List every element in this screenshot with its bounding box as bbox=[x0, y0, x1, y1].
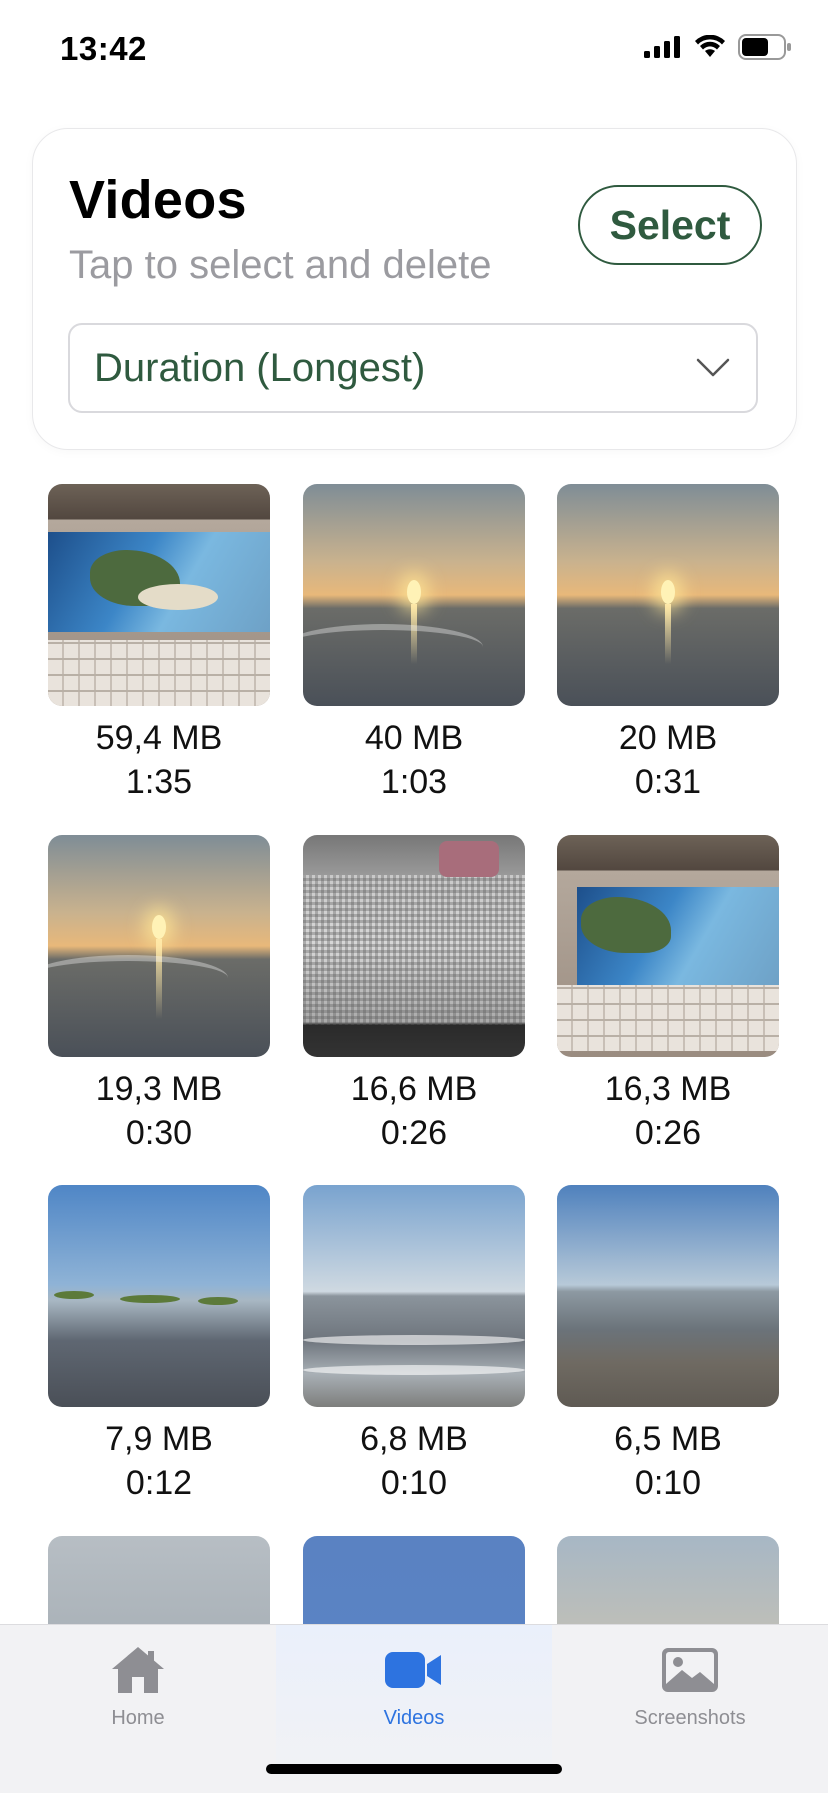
video-thumbnail[interactable] bbox=[557, 484, 779, 706]
video-tile[interactable] bbox=[48, 1536, 270, 1624]
sort-selected-value: Duration (Longest) bbox=[94, 345, 426, 390]
video-thumbnail[interactable] bbox=[557, 1185, 779, 1407]
video-tile[interactable]: 20 MB 0:31 bbox=[557, 484, 779, 804]
video-thumbnail[interactable] bbox=[303, 484, 525, 706]
tab-videos[interactable]: Videos bbox=[276, 1635, 552, 1755]
cellular-signal-icon bbox=[644, 36, 680, 58]
status-bar: 13:42 bbox=[0, 0, 828, 100]
video-size: 16,6 MB bbox=[350, 1070, 478, 1108]
tab-label: Home bbox=[111, 1707, 165, 1729]
video-duration: 0:10 bbox=[380, 1464, 448, 1502]
video-size: 6,5 MB bbox=[614, 1420, 722, 1458]
video-thumbnail[interactable] bbox=[557, 835, 779, 1057]
tab-label: Screenshots bbox=[634, 1707, 746, 1729]
video-size: 40 MB bbox=[364, 719, 464, 757]
photo-icon bbox=[662, 1648, 718, 1692]
video-size: 19,3 MB bbox=[95, 1070, 223, 1108]
video-tile[interactable]: 6,5 MB 0:10 bbox=[557, 1185, 779, 1505]
video-size: 20 MB bbox=[618, 719, 718, 757]
battery-icon bbox=[738, 34, 791, 60]
video-tile[interactable] bbox=[303, 1536, 525, 1624]
video-duration: 0:31 bbox=[634, 763, 702, 801]
video-thumbnail[interactable] bbox=[557, 1536, 779, 1624]
video-tile[interactable]: 40 MB 1:03 bbox=[303, 484, 525, 804]
video-size: 6,8 MB bbox=[360, 1420, 468, 1458]
tab-label: Videos bbox=[383, 1707, 445, 1729]
tab-screenshots[interactable]: Screenshots bbox=[552, 1635, 828, 1755]
chevron-down-icon bbox=[696, 358, 730, 377]
video-duration: 0:26 bbox=[380, 1114, 448, 1152]
status-icons bbox=[644, 34, 792, 60]
video-duration: 1:35 bbox=[125, 763, 193, 801]
video-size: 59,4 MB bbox=[95, 719, 223, 757]
status-time: 13:42 bbox=[60, 30, 147, 67]
video-size: 7,9 MB bbox=[105, 1420, 213, 1458]
header-card: Videos Tap to select and delete Select D… bbox=[32, 128, 797, 450]
sort-dropdown[interactable]: Duration (Longest) bbox=[68, 323, 758, 413]
page-subtitle: Tap to select and delete bbox=[69, 243, 492, 287]
video-grid: 59,4 MB 1:35 40 MB 1:03 20 MB 0:31 19,3 … bbox=[0, 484, 828, 1624]
home-indicator[interactable] bbox=[266, 1764, 562, 1774]
video-duration: 0:26 bbox=[634, 1114, 702, 1152]
wifi-icon bbox=[695, 35, 725, 57]
video-thumbnail[interactable] bbox=[303, 1536, 525, 1624]
video-camera-icon bbox=[385, 1652, 441, 1688]
video-thumbnail[interactable] bbox=[48, 1536, 270, 1624]
video-tile[interactable]: 16,3 MB 0:26 bbox=[557, 835, 779, 1155]
video-duration: 1:03 bbox=[380, 763, 448, 801]
video-tile[interactable]: 6,8 MB 0:10 bbox=[303, 1185, 525, 1505]
video-size: 16,3 MB bbox=[604, 1070, 732, 1108]
video-thumbnail[interactable] bbox=[48, 835, 270, 1057]
video-tile[interactable]: 7,9 MB 0:12 bbox=[48, 1185, 270, 1505]
page-title: Videos bbox=[69, 170, 247, 230]
video-duration: 0:10 bbox=[634, 1464, 702, 1502]
video-tile[interactable] bbox=[557, 1536, 779, 1624]
video-tile[interactable]: 19,3 MB 0:30 bbox=[48, 835, 270, 1155]
video-tile[interactable]: 59,4 MB 1:35 bbox=[48, 484, 270, 804]
video-thumbnail[interactable] bbox=[48, 1185, 270, 1407]
video-duration: 0:30 bbox=[125, 1114, 193, 1152]
video-thumbnail[interactable] bbox=[303, 835, 525, 1057]
tab-home[interactable]: Home bbox=[0, 1635, 276, 1755]
video-thumbnail[interactable] bbox=[303, 1185, 525, 1407]
video-duration: 0:12 bbox=[125, 1464, 193, 1502]
house-icon bbox=[112, 1647, 164, 1693]
select-button[interactable]: Select bbox=[578, 185, 762, 265]
video-thumbnail[interactable] bbox=[48, 484, 270, 706]
video-tile[interactable]: 16,6 MB 0:26 bbox=[303, 835, 525, 1155]
